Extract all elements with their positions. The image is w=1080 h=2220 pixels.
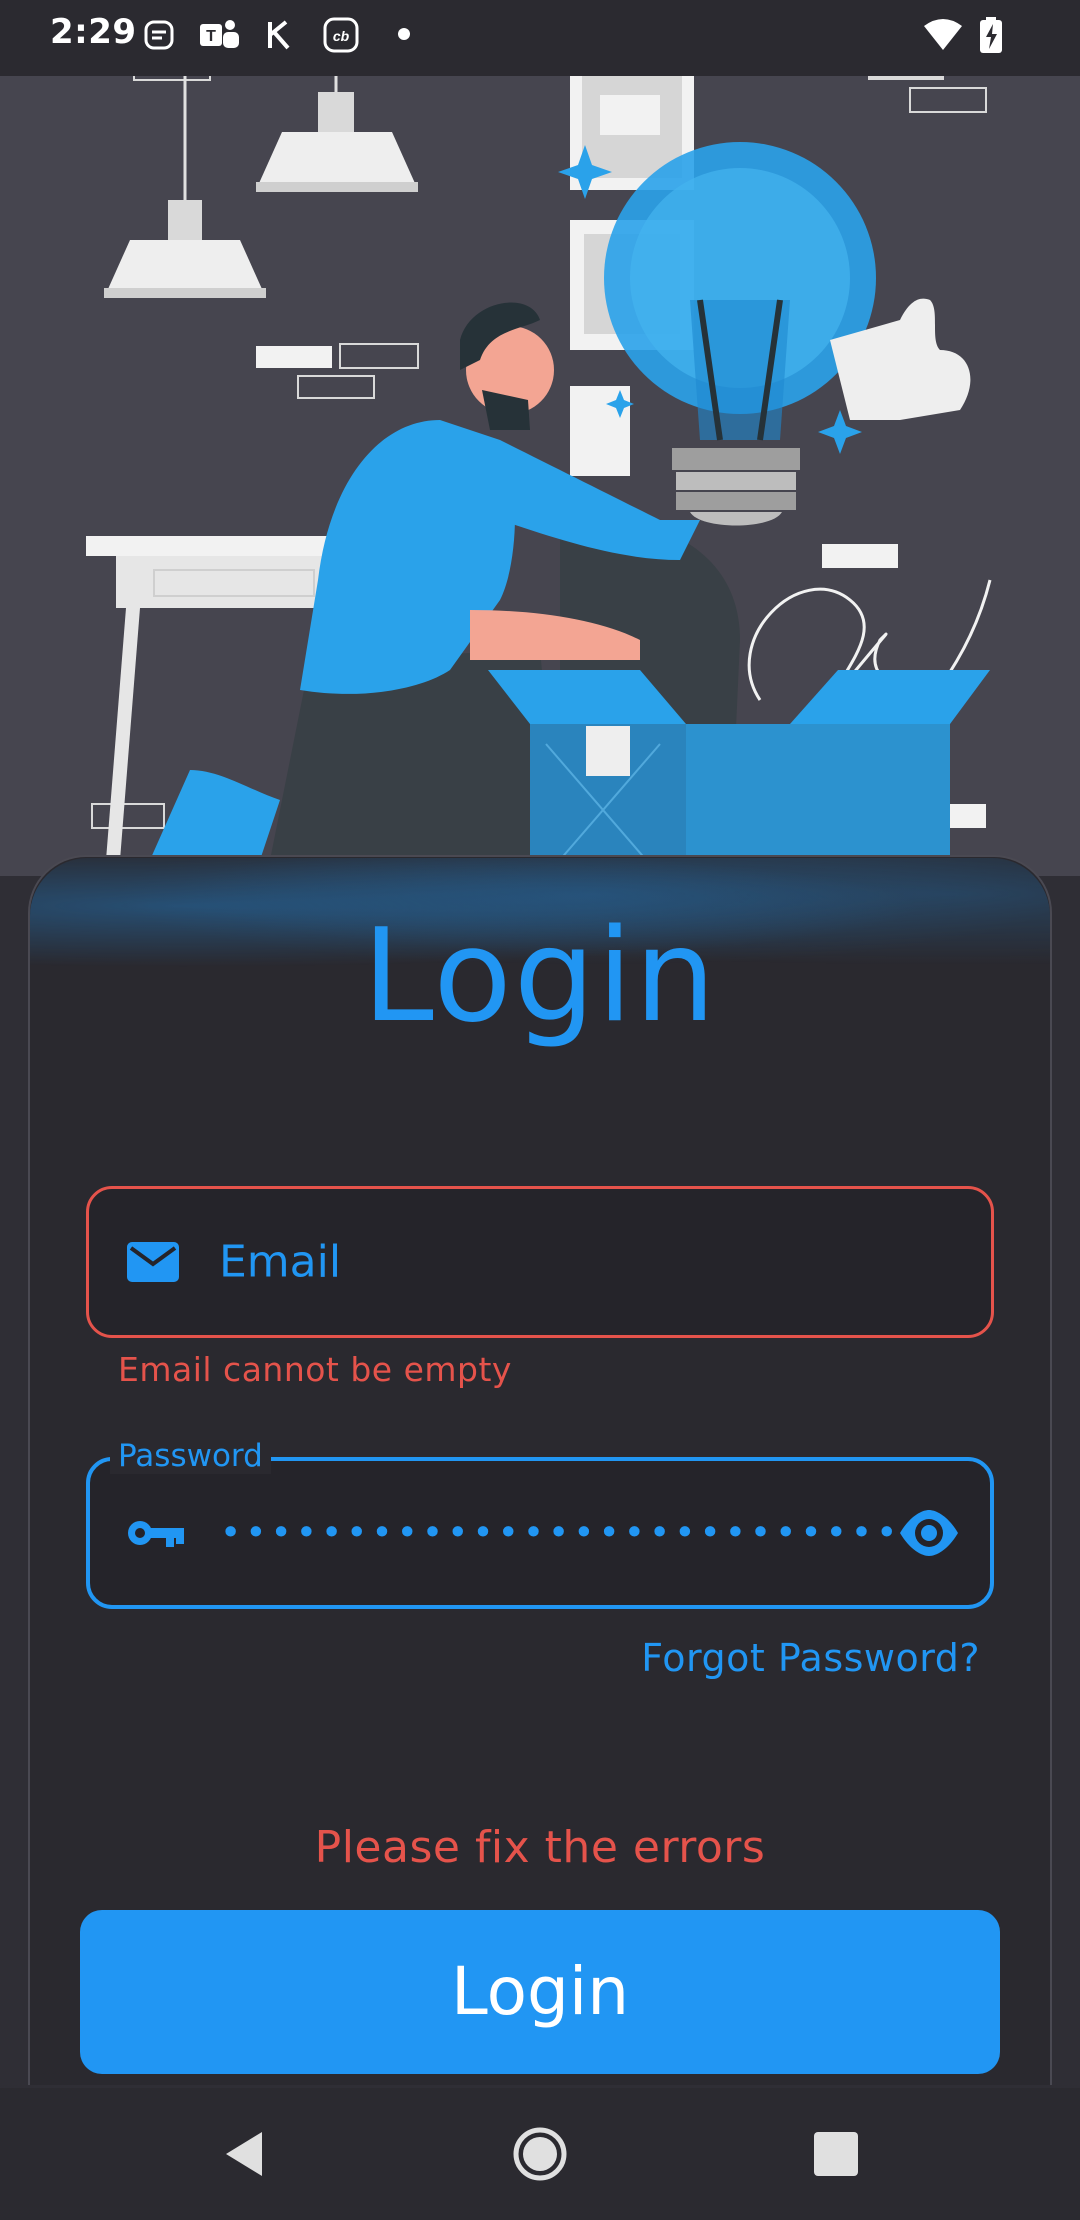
form-error: Please fix the errors [314, 1822, 766, 1873]
person-with-lightbulb-and-box-illustration [86, 76, 992, 876]
svg-text:cb: cb [333, 28, 350, 44]
cb-icon: cb [323, 17, 359, 53]
password-value: •••••••••••••••••••••••••••••• [220, 1512, 920, 1554]
recents-icon[interactable] [804, 2122, 868, 2186]
svg-text:T: T [206, 28, 216, 45]
navigation-bar [0, 2088, 1080, 2220]
home-icon[interactable] [508, 2122, 572, 2186]
forgot-password-link[interactable]: Forgot Password? [641, 1636, 980, 1680]
email-field[interactable]: Email [86, 1186, 994, 1338]
eye-icon[interactable] [898, 1502, 960, 1564]
status-time: 2:29 [50, 12, 137, 52]
notification-app-icon [144, 20, 174, 50]
hero-illustration [0, 76, 1080, 876]
key-icon [128, 1521, 184, 1547]
wifi-icon [924, 19, 962, 50]
teams-icon: T [200, 20, 239, 48]
back-icon[interactable] [212, 2122, 276, 2186]
password-label: Password [110, 1438, 271, 1474]
email-placeholder: Email [219, 1236, 342, 1288]
login-button[interactable]: Login [80, 1910, 1000, 2074]
page-title: Login [362, 902, 718, 1051]
email-icon [127, 1242, 179, 1282]
app-icon [268, 20, 290, 50]
dot-icon [398, 28, 410, 40]
email-error: Email cannot be empty [118, 1350, 512, 1389]
status-bar: 2:29 T cb [0, 0, 1080, 76]
password-field[interactable]: •••••••••••••••••••••••••••••• [86, 1457, 994, 1609]
battery-charging-icon [980, 17, 1002, 53]
